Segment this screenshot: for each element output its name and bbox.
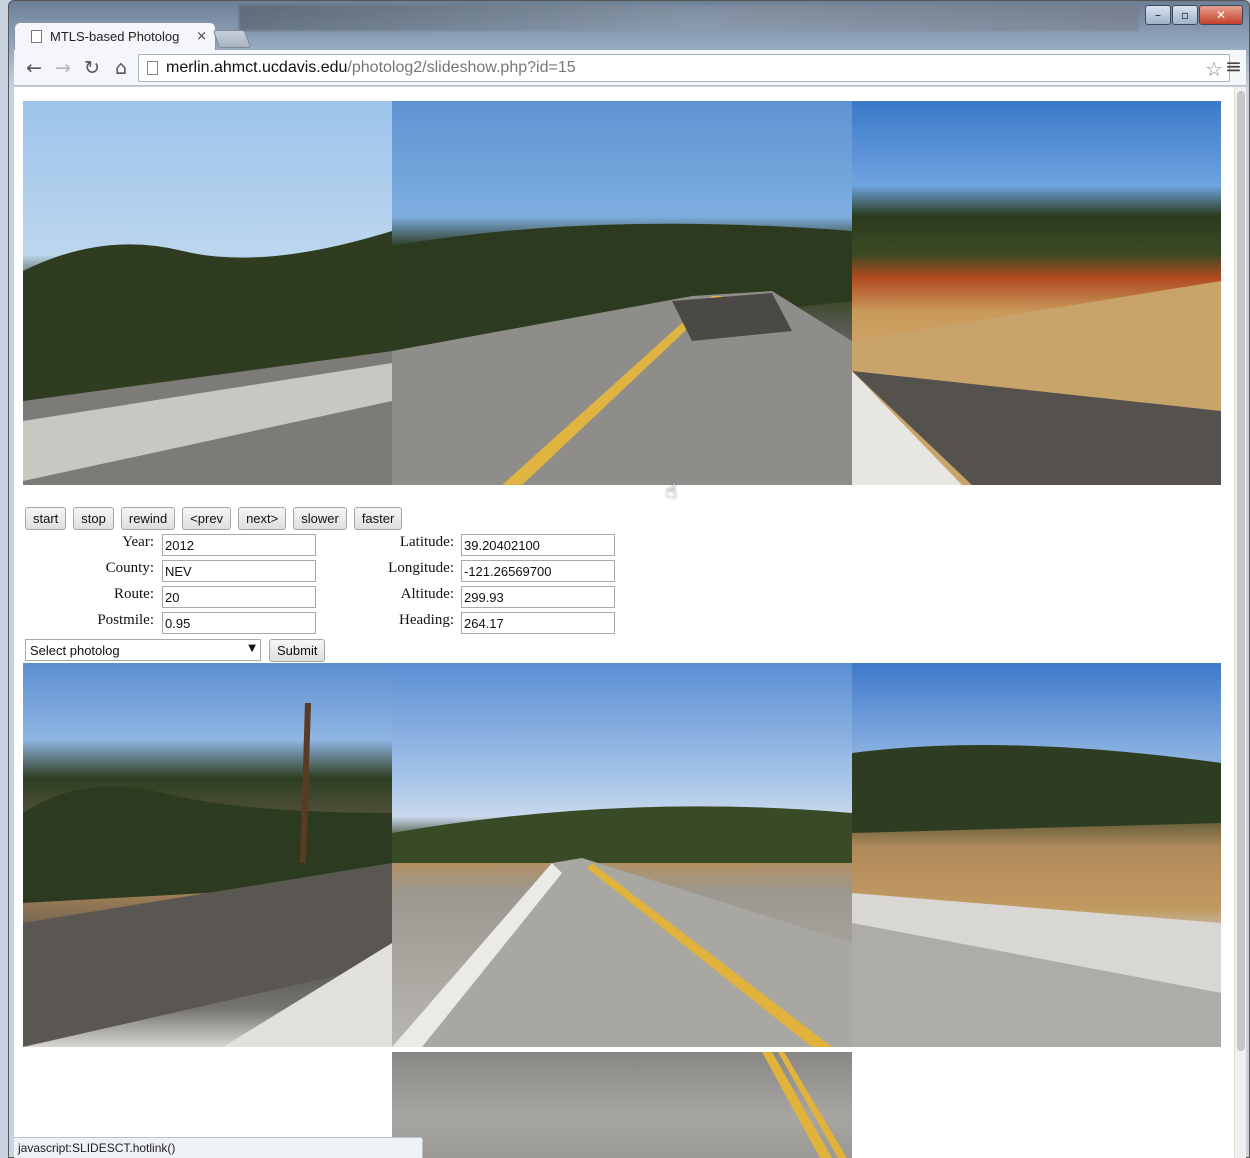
- url-path: /photolog2/slideshow.php?id=15: [347, 59, 576, 76]
- page-content: ☝ start stop rewind <prev next> slower f…: [14, 87, 1234, 1158]
- stop-button[interactable]: stop: [73, 507, 114, 530]
- browser-toolbar: ← → ↻ ⌂ merlin.ahmct.ucdavis.edu/photolo…: [14, 50, 1246, 86]
- postmile-field[interactable]: 0.95: [162, 612, 316, 634]
- photolog-select-value: Select photolog: [30, 643, 120, 658]
- road-scene: [23, 702, 392, 1047]
- year-field[interactable]: 2012: [162, 534, 316, 556]
- next-button[interactable]: next>: [238, 507, 287, 530]
- faster-button[interactable]: faster: [353, 507, 403, 530]
- altitude-label: Altitude:: [400, 586, 454, 602]
- back-icon[interactable]: ←: [20, 54, 48, 82]
- latitude-field[interactable]: 39.20402100: [461, 534, 615, 556]
- minimize-icon[interactable]: –: [1145, 5, 1171, 25]
- road-scene: [852, 281, 1221, 485]
- slideshow-controls: start stop rewind <prev next> slower fas…: [25, 507, 403, 530]
- road-scene: [392, 806, 852, 1047]
- postmile-label: Postmile:: [97, 612, 154, 628]
- road-scene: [392, 223, 852, 485]
- heading-label: Heading:: [399, 612, 454, 628]
- panorama-third-partial[interactable]: [392, 1052, 852, 1158]
- road-scene: [852, 745, 1221, 1047]
- slower-button[interactable]: slower: [293, 507, 347, 530]
- altitude-field[interactable]: 299.93: [461, 586, 615, 608]
- close-icon[interactable]: ✕: [1199, 5, 1243, 25]
- route-label: Route:: [114, 586, 154, 602]
- new-tab-button[interactable]: [212, 30, 252, 48]
- road-scene: [762, 1052, 847, 1158]
- window-controls: – ▫ ✕: [1145, 5, 1243, 25]
- submit-button[interactable]: Submit: [269, 639, 326, 662]
- tab-title: MTLS-based Photolog: [50, 29, 180, 44]
- longitude-field[interactable]: -121.26569700: [461, 560, 615, 582]
- panorama-segment-left: [23, 663, 392, 1047]
- county-field[interactable]: NEV: [162, 560, 316, 582]
- road-scene: [23, 231, 392, 485]
- start-button[interactable]: start: [25, 507, 67, 530]
- forward-icon[interactable]: →: [49, 54, 77, 82]
- maximize-icon[interactable]: ▫: [1172, 5, 1198, 25]
- page-icon: [147, 61, 158, 75]
- star-icon[interactable]: ☆: [1205, 57, 1223, 81]
- photolog-select[interactable]: Select photolog ▼: [25, 639, 261, 661]
- dropdown-arrow-icon: ▼: [248, 643, 256, 654]
- page-icon: [31, 30, 42, 43]
- menu-icon[interactable]: ≡: [1225, 54, 1242, 78]
- address-bar[interactable]: merlin.ahmct.ucdavis.edu/photolog2/slide…: [138, 54, 1230, 82]
- latitude-label: Latitude:: [399, 534, 454, 550]
- tab-close-icon[interactable]: ×: [196, 29, 207, 44]
- heading-field[interactable]: 264.17: [461, 612, 615, 634]
- scrollbar-thumb[interactable]: [1237, 91, 1245, 1051]
- panorama-bottom[interactable]: [23, 663, 1221, 1047]
- county-label: County:: [105, 560, 154, 576]
- year-label: Year:: [122, 534, 154, 550]
- prev-button[interactable]: <prev: [182, 507, 232, 530]
- panorama-segment-right: [852, 101, 1221, 485]
- vertical-scrollbar[interactable]: [1234, 87, 1246, 1158]
- rewind-button[interactable]: rewind: [120, 507, 176, 530]
- blurred-tabs: [239, 5, 1139, 31]
- browser-tab[interactable]: MTLS-based Photolog ×: [14, 22, 216, 50]
- url-host: merlin.ahmct.ucdavis.edu: [166, 59, 348, 76]
- reload-icon[interactable]: ↻: [78, 54, 106, 82]
- panorama-top[interactable]: [23, 101, 1221, 485]
- route-field[interactable]: 20: [162, 586, 316, 608]
- panorama-segment-center: [392, 663, 852, 1047]
- panorama-segment-left: [23, 101, 392, 485]
- panorama-segment-center: [392, 101, 852, 485]
- longitude-label: Longitude:: [388, 560, 454, 576]
- home-icon[interactable]: ⌂: [107, 54, 135, 82]
- hand-cursor-icon: ☝: [665, 479, 678, 503]
- panorama-segment-right: [852, 663, 1221, 1047]
- status-bar: javascript:SLIDESCT.hotlink(): [14, 1137, 423, 1158]
